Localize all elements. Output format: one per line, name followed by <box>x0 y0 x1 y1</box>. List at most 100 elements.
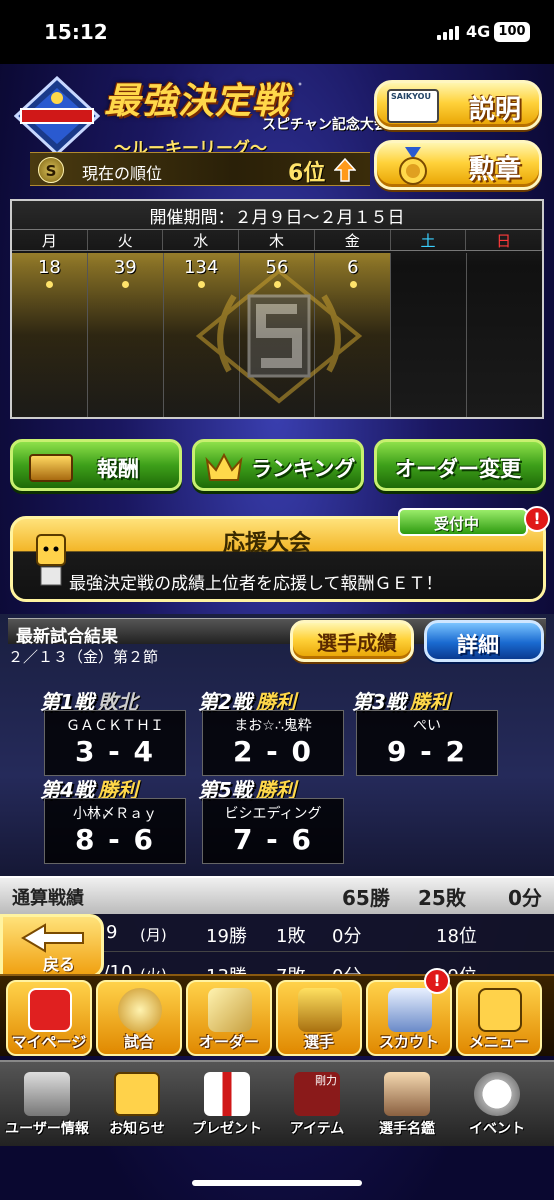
day-label-tue: 火 <box>88 230 164 250</box>
status-bar: 15:12 4G 100 <box>0 0 554 64</box>
current-rank-bar: S 現在の順位 6位 <box>30 152 370 186</box>
overall-losses: 25敗 <box>418 886 466 910</box>
match-card[interactable]: 第3戦 勝利 ぺい 9 - 2 <box>352 686 498 776</box>
latest-results-panel: 最新試合結果 ２／１３（金）第２節 選手成績 詳細 第1戦 敗北 ＧＡＣＫＴＨＩ 3… <box>0 614 554 884</box>
medal-button[interactable]: 勲章 <box>374 140 542 190</box>
row-date: 9 <box>106 922 118 943</box>
order-icon <box>208 988 252 1032</box>
nav-item[interactable]: 剛力 アイテム <box>274 1066 360 1144</box>
match-card[interactable]: 第5戦 勝利 ビシエディング 7 - 6 <box>198 774 344 864</box>
nav-menu[interactable]: メニュー <box>456 980 542 1056</box>
nav-order[interactable]: オーダー <box>186 980 272 1056</box>
match-score-box: まお☆∴鬼粋 2 - 0 <box>202 710 344 776</box>
detail-button[interactable]: 詳細 <box>424 620 544 662</box>
sub-nav: ユーザー情報 お知らせ プレゼント 剛力 アイテム 選手名鑑 イベント <box>0 1060 554 1146</box>
news-icon <box>114 1072 160 1116</box>
player-directory-icon <box>384 1072 430 1116</box>
results-date: ２／１３（金）第２節 <box>8 648 159 666</box>
scout-notification-badge: ! <box>424 968 450 994</box>
match-score: 2 - 0 <box>232 735 314 768</box>
support-title: 応援大会 <box>223 531 312 556</box>
nav-mypage[interactable]: マイページ <box>6 980 92 1056</box>
ranking-button[interactable]: ランキング <box>192 439 364 491</box>
overall-record-label: 通算戦績 <box>12 888 84 909</box>
row-draws: 0分 <box>332 926 362 947</box>
explain-icon-text: SAIKYOU <box>391 92 431 101</box>
explain-button[interactable]: SAIKYOU 説明 <box>374 80 542 130</box>
crown-icon <box>205 452 243 481</box>
reward-button-label: 報酬 <box>97 457 139 481</box>
match-opponent: まお☆∴鬼粋 <box>234 718 312 734</box>
explain-button-label: 説明 <box>468 95 521 125</box>
home-indicator[interactable] <box>192 1180 362 1186</box>
match-score: 9 - 2 <box>386 735 468 768</box>
overall-wins: 65勝 <box>342 886 390 910</box>
nav-player-directory[interactable]: 選手名鑑 <box>364 1066 450 1144</box>
match-card[interactable]: 第1戦 敗北 ＧＡＣＫＴＨＩ 3 - 4 <box>40 686 186 776</box>
rank-up-arrow-icon <box>334 158 356 182</box>
nav-label: 選手名鑑 <box>379 1121 435 1137</box>
calendar-header: 月 火 水 木 金 土 日 <box>12 229 543 251</box>
signal-icon <box>437 26 459 40</box>
nav-label: 選手 <box>303 1033 334 1051</box>
day-count: 18 <box>37 257 61 278</box>
reward-button[interactable]: 報酬 <box>10 439 182 491</box>
back-arrow-icon <box>21 923 84 953</box>
match-score-box: ビシエディング 7 - 6 <box>202 798 344 864</box>
nav-match[interactable]: 試合 <box>96 980 182 1056</box>
back-button[interactable]: 戻る <box>0 914 104 978</box>
day-column-mon[interactable]: 18 <box>12 253 88 417</box>
day-label-sat: 土 <box>391 230 467 250</box>
event-subtitle: スピチャン記念大会 <box>262 117 388 133</box>
day-label-mon: 月 <box>12 230 88 250</box>
nav-label: イベント <box>469 1121 525 1137</box>
medal-icon <box>399 147 427 185</box>
day-column-sun <box>467 253 542 417</box>
status-time: 15:12 <box>44 20 108 44</box>
present-icon <box>204 1072 250 1116</box>
item-icon: 剛力 <box>294 1072 340 1116</box>
battery-icon: 100 <box>494 22 530 42</box>
treasure-chest-icon <box>29 454 73 482</box>
nav-label: オーダー <box>198 1033 259 1051</box>
day-count: 39 <box>113 257 137 278</box>
nav-user-info[interactable]: ユーザー情報 <box>4 1066 90 1144</box>
detail-button-label: 詳細 <box>457 633 499 657</box>
day-label-fri: 金 <box>315 230 391 250</box>
overall-draws: 0分 <box>508 886 542 910</box>
nav-label: ユーザー情報 <box>5 1121 89 1137</box>
match-score: 3 - 4 <box>74 735 156 768</box>
nav-player[interactable]: 選手 <box>276 980 362 1056</box>
championship-logo-icon <box>14 76 100 156</box>
day-label-sun: 日 <box>466 230 543 250</box>
row-dow: (月) <box>140 926 167 944</box>
nav-label: メニュー <box>468 1033 529 1051</box>
match-score: 7 - 6 <box>232 823 314 856</box>
match-icon <box>118 988 162 1032</box>
ranking-button-label: ランキング <box>251 457 356 481</box>
match-opponent: ビシエディング <box>224 806 322 822</box>
player-stats-button[interactable]: 選手成績 <box>290 620 414 662</box>
back-button-label: 戻る <box>43 955 76 974</box>
mypage-icon <box>28 988 72 1032</box>
network-label: 4G <box>466 22 491 41</box>
match-card[interactable]: 第4戦 勝利 小林〆Ｒａｙ 8 - 6 <box>40 774 186 864</box>
nav-present[interactable]: プレゼント <box>184 1066 270 1144</box>
s-rank-emblem-icon <box>195 268 363 404</box>
rank-s-icon: S <box>38 157 64 183</box>
support-description: 最強決定戦の成績上位者を応援して報酬ＧＥＴ！ <box>69 574 443 594</box>
match-card[interactable]: 第2戦 勝利 まお☆∴鬼粋 2 - 0 <box>198 686 344 776</box>
event-icon <box>474 1072 520 1116</box>
match-score-box: ＧＡＣＫＴＨＩ 3 - 4 <box>44 710 186 776</box>
day-column-sat <box>391 253 468 417</box>
user-info-icon <box>24 1072 70 1116</box>
match-score-box: 小林〆Ｒａｙ 8 - 6 <box>44 798 186 864</box>
nav-news[interactable]: お知らせ <box>94 1066 180 1144</box>
game-screen: 最強決定戦 スピチャン記念大会 ～ルーキーリーグ～ S 現在の順位 6位 SAI… <box>0 64 554 1200</box>
main-nav: マイページ 試合 オーダー 選手 スカウト メニュー <box>0 974 554 1056</box>
nav-event[interactable]: イベント <box>454 1066 540 1144</box>
order-change-button[interactable]: オーダー変更 <box>374 439 546 491</box>
row-wins: 19勝 <box>206 926 247 947</box>
day-dot-icon <box>46 281 54 288</box>
day-column-tue[interactable]: 39 <box>87 253 164 417</box>
